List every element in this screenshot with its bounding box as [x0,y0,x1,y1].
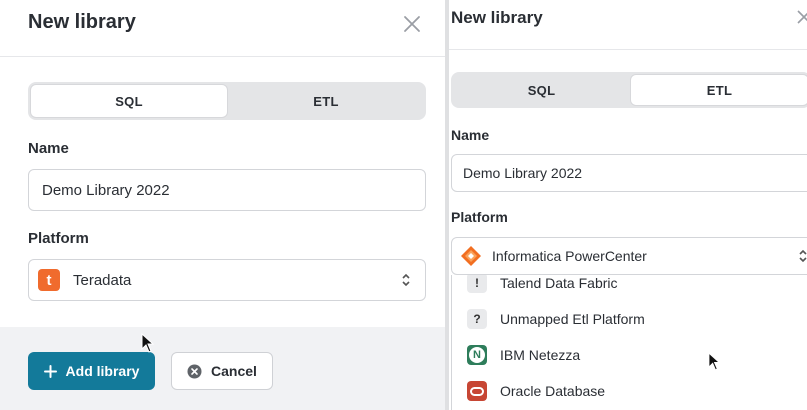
dialog-header: New library [0,0,445,57]
add-library-label: Add library [65,363,140,379]
informatica-logo-icon [461,246,481,266]
library-type-toggle: SQL ETL [28,82,426,120]
name-label: Name [28,140,69,157]
platform-select-value: Informatica PowerCenter [492,248,647,264]
list-item-label: IBM Netezza [500,347,581,363]
platform-select[interactable]: Informatica PowerCenter [451,237,807,275]
new-library-dialog-sql: New library SQL ETL Name Demo Library 20… [0,0,445,410]
list-item[interactable]: ! Talend Data Fabric [452,275,807,301]
platform-select[interactable]: t Teradata [28,259,426,301]
unknown-platform-icon: ! [467,275,487,293]
mouse-cursor-icon [141,333,155,353]
list-item[interactable]: N IBM Netezza [452,337,807,373]
list-item-label: Oracle Database [500,383,606,399]
platform-select-value: Teradata [73,271,132,289]
chevron-up-down-icon [402,273,410,287]
name-input-value: Demo Library 2022 [463,165,583,181]
cancel-circle-icon [187,364,202,378]
list-item-label: Talend Data Fabric [500,275,618,291]
platform-label: Platform [28,230,89,247]
platform-dropdown-list[interactable]: ! Talend Data Fabric ? Unmapped Etl Plat… [451,275,807,410]
dialog-title: New library [28,11,136,33]
name-input-value: Demo Library 2022 [42,181,170,199]
oracle-logo-icon [467,381,487,401]
chevron-up-down-icon [799,249,807,263]
tab-sql[interactable]: SQL [30,84,228,118]
tab-etl[interactable]: ETL [228,84,424,118]
new-library-dialog-etl: New library SQL ETL Name Demo Library 20… [449,0,807,410]
close-icon[interactable] [400,12,424,36]
close-icon[interactable] [797,10,807,24]
cancel-button[interactable]: Cancel [171,352,273,390]
list-item-label: Unmapped Etl Platform [500,311,645,327]
netezza-logo-letter: N [469,347,485,363]
list-item[interactable]: ? Unmapped Etl Platform [452,301,807,337]
mouse-cursor-icon [708,352,721,371]
tab-etl[interactable]: ETL [630,74,807,106]
teradata-logo-icon: t [38,269,60,291]
name-input[interactable]: Demo Library 2022 [28,169,426,211]
cancel-label: Cancel [211,363,257,379]
dialog-title: New library [451,8,543,27]
dialog-header: New library [449,0,807,50]
platform-label: Platform [451,209,508,225]
tab-sql[interactable]: SQL [453,74,630,106]
list-item[interactable]: Oracle Database [452,373,807,409]
library-type-toggle: SQL ETL [451,72,807,108]
netezza-logo-icon: N [467,345,487,365]
name-label: Name [451,127,490,143]
name-input[interactable]: Demo Library 2022 [451,154,807,192]
question-icon: ? [467,309,487,329]
plus-icon [43,364,57,378]
add-library-button[interactable]: Add library [28,352,155,390]
